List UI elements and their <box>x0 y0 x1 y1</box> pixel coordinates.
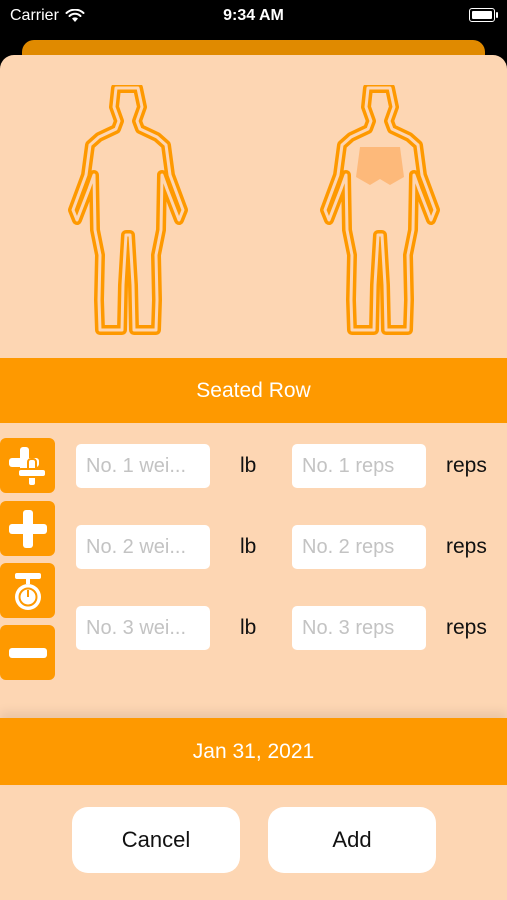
set-2-weight-input[interactable] <box>76 525 210 569</box>
battery-icon <box>469 8 498 22</box>
set-row-2: lb reps <box>0 525 507 571</box>
set-3-weight-unit: lb <box>240 616 257 639</box>
set-3-reps-input[interactable] <box>292 606 426 650</box>
set-2-reps-input[interactable] <box>292 525 426 569</box>
set-2-weight-unit: lb <box>240 535 257 558</box>
exercise-sheet: Seated Row lb reps <box>0 55 507 900</box>
body-back-highlighted-icon <box>320 85 440 335</box>
add-button[interactable]: Add <box>268 807 436 873</box>
cancel-button[interactable]: Cancel <box>72 807 240 873</box>
body-front-icon <box>68 85 188 335</box>
date-picker-bar[interactable]: Jan 31, 2021 <box>0 718 507 785</box>
set-1-reps-input[interactable] <box>292 444 426 488</box>
set-row-1: lb reps <box>0 444 507 490</box>
set-row-3: lb reps <box>0 606 507 652</box>
exercise-name-bar[interactable]: Seated Row <box>0 358 507 423</box>
exercise-name: Seated Row <box>196 378 311 402</box>
set-1-reps-unit: reps <box>446 454 487 477</box>
set-1-weight-unit: lb <box>240 454 257 477</box>
status-bar: Carrier 9:34 AM <box>0 0 507 34</box>
set-3-weight-input[interactable] <box>76 606 210 650</box>
set-3-reps-unit: reps <box>446 616 487 639</box>
status-time: 9:34 AM <box>223 7 284 24</box>
date-label: Jan 31, 2021 <box>192 739 315 763</box>
set-1-weight-input[interactable] <box>76 444 210 488</box>
set-2-reps-unit: reps <box>446 535 487 558</box>
